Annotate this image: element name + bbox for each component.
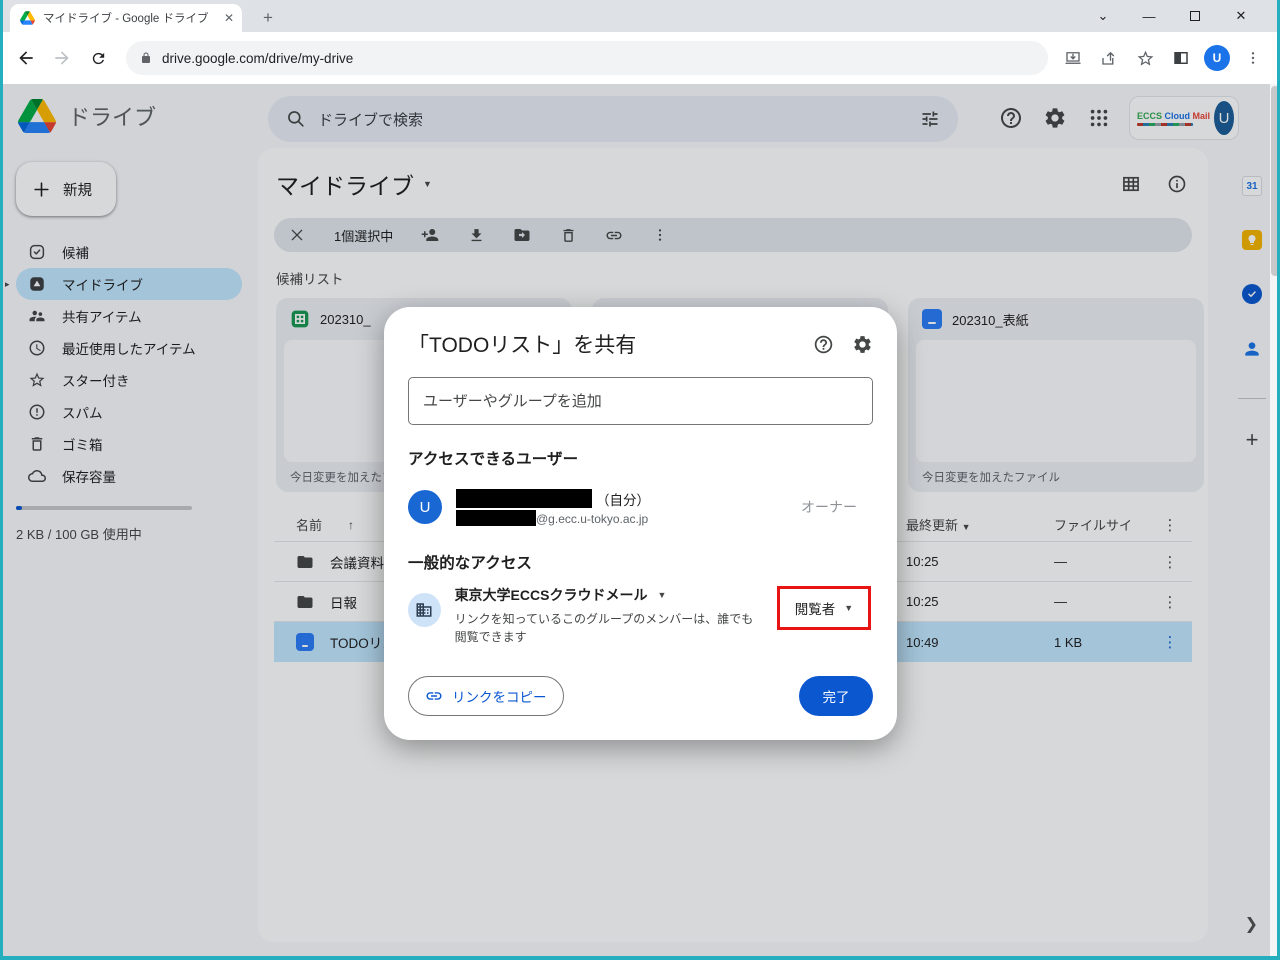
copy-link-label: リンクをコピー [452,690,547,705]
owner-row[interactable]: U （自分） @g.ecc.u-tokyo.ac.jp オーナー [408,482,873,532]
url-bar[interactable]: drive.google.com/drive/my-drive [126,41,1048,75]
browser-toolbar: drive.google.com/drive/my-drive U [0,32,1280,84]
maximize-button[interactable] [1172,4,1218,28]
dialog-title: 「TODOリスト」を共有 [408,334,637,357]
owner-self-label: （自分） [596,492,650,508]
page-scrollbar[interactable] [1270,84,1280,956]
general-access-heading: 一般的なアクセス [408,555,533,572]
group-access-dropdown[interactable]: 東京大学ECCSクラウドメール ▼ [455,585,763,605]
redacted-name [456,489,592,508]
bookmark-star-icon[interactable] [1132,45,1158,71]
install-icon[interactable] [1060,45,1086,71]
back-icon[interactable] [10,42,42,74]
browser-avatar[interactable]: U [1204,45,1230,71]
viewer-role-label: 閲覧者 [794,602,836,617]
general-access-row: 東京大学ECCSクラウドメール ▼ リンクを知っているこのグループのメンバーは、誰… [408,585,873,646]
lock-icon [140,52,152,64]
access-users-heading: アクセスできるユーザー [408,451,579,468]
close-button[interactable]: ✕ [1218,4,1264,28]
done-button[interactable]: 完了 [799,676,873,716]
minimize-button[interactable]: — [1126,4,1172,28]
forward-icon[interactable] [46,42,78,74]
tab-close-icon[interactable]: ✕ [224,11,234,25]
group-access-description: リンクを知っているこのグループのメンバーは、誰でも閲覧できます [454,612,754,644]
url-text: drive.google.com/drive/my-drive [162,50,354,66]
drive-app: ドライブ ドライブで検索 ECCS Cloud Mail U 新規 候補 ▸ マ… [0,84,1280,956]
dialog-help-icon[interactable] [813,334,834,355]
share-icon[interactable] [1096,45,1122,71]
browser-menu-kebab-icon[interactable] [1240,45,1266,71]
owner-email-suffix: @g.ecc.u-tokyo.ac.jp [536,511,649,526]
organization-building-icon [408,593,441,627]
owner-avatar: U [408,490,442,524]
browser-window: マイドライブ - Google ドライブ ✕ + ⌄ — ✕ drive.goo… [0,0,1280,84]
add-people-input[interactable] [408,377,873,425]
drive-favicon-icon [20,11,35,25]
tab-title: マイドライブ - Google ドライブ [43,13,209,25]
link-icon [425,687,443,705]
redacted-email [456,509,536,526]
scrollbar-thumb[interactable] [1271,86,1279,276]
share-dialog: 「TODOリスト」を共有 アクセスできるユーザー U （自分） @g.ecc.u… [384,307,897,740]
new-tab-button[interactable]: + [256,6,280,30]
tab-strip: マイドライブ - Google ドライブ ✕ + ⌄ — ✕ [0,0,1280,32]
browser-tab[interactable]: マイドライブ - Google ドライブ ✕ [10,4,242,32]
chevron-right-icon[interactable]: ❯ [1245,914,1258,934]
copy-link-button[interactable]: リンクをコピー [408,676,564,716]
viewer-role-dropdown-highlighted[interactable]: 閲覧者 ▼ [776,586,871,630]
reload-icon[interactable] [82,42,114,74]
chevron-down-icon: ▼ [657,590,667,600]
dialog-settings-gear-icon[interactable] [852,334,873,355]
chevron-down-icon: ▼ [844,603,854,613]
side-panel-icon[interactable] [1168,45,1194,71]
owner-role-label: オーナー [801,499,857,515]
window-menu-chevron-icon[interactable]: ⌄ [1080,4,1126,28]
